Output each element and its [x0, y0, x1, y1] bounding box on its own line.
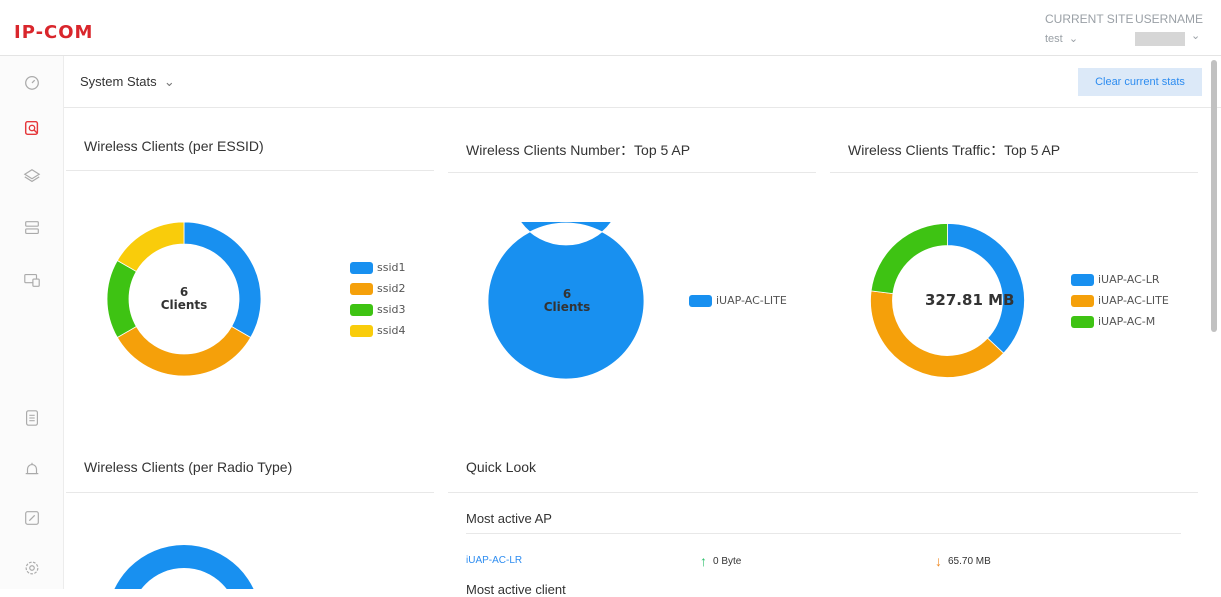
stats-icon[interactable] — [22, 118, 42, 138]
divider — [448, 172, 816, 173]
layers-icon[interactable] — [22, 166, 42, 186]
top5-number-panel-title: Wireless Clients Number：Top 5 AP — [466, 142, 691, 158]
download-value: 65.70 MB — [948, 555, 991, 567]
donut-slice-ssid1 — [183, 221, 262, 339]
devices-icon[interactable] — [22, 218, 42, 238]
legend-swatch — [1071, 315, 1094, 328]
divider — [66, 170, 434, 171]
dashboard-icon[interactable] — [22, 72, 42, 92]
legend-label: iUAP-AC-LR — [1098, 273, 1160, 286]
chevron-down-icon: ⌄ — [1191, 30, 1201, 43]
logo: IP-COM — [14, 22, 94, 43]
top5-traffic-legend: iUAP-AC-LR iUAP-AC-LITE iUAP-AC-M — [1071, 269, 1169, 332]
ap-icon[interactable] — [22, 270, 42, 290]
legend-label: ssid3 — [377, 303, 406, 316]
most-active-client-label: Most active client — [466, 582, 566, 597]
chevron-down-icon: ⌄ — [1065, 33, 1079, 45]
essid-client-label: Clients — [160, 298, 208, 312]
essid-legend: ssid1 ssid2 ssid3 ssid4 — [350, 257, 406, 341]
legend-label: iUAP-AC-LITE — [716, 294, 787, 307]
legend-item[interactable]: iUAP-AC-LITE — [689, 290, 787, 311]
divider — [466, 533, 1181, 534]
donut-slice-ssid3 — [106, 259, 137, 339]
donut-slice-ssid2 — [116, 325, 252, 377]
legend-swatch — [350, 324, 373, 337]
legend-label: ssid2 — [377, 282, 406, 295]
donut-slice-ssid4 — [116, 221, 185, 273]
settings-icon[interactable] — [22, 558, 42, 578]
upload-metric: ↑ 0 Byte — [700, 553, 741, 569]
sidebar — [0, 56, 64, 589]
most-active-ap-label: Most active AP — [466, 511, 552, 526]
legend-label: iUAP-AC-LITE — [1098, 294, 1169, 307]
logs-icon[interactable] — [22, 408, 42, 428]
legend-item[interactable]: iUAP-AC-M — [1071, 311, 1169, 332]
most-active-ap-link[interactable]: iUAP-AC-LR — [466, 555, 522, 566]
radio-type-donut-arc — [114, 545, 254, 589]
edit-icon[interactable] — [22, 508, 42, 528]
legend-swatch — [1071, 273, 1094, 286]
download-metric: ↓ 65.70 MB — [935, 553, 991, 569]
donut-slice-iUAP-AC-LR — [947, 223, 1025, 354]
legend-label: ssid4 — [377, 324, 406, 337]
top5-number-client-label: Clients — [543, 300, 591, 314]
current-site-value: test — [1045, 33, 1063, 45]
divider — [66, 492, 434, 493]
stats-toolbar: System Stats ⌄ Clear current stats — [64, 56, 1221, 108]
current-site-selector[interactable]: CURRENT SITE test ⌄ — [1045, 12, 1133, 45]
legend-item[interactable]: iUAP-AC-LR — [1071, 269, 1169, 290]
username-label: USERNAME — [1135, 12, 1204, 26]
top5-traffic-panel-title: Wireless Clients Traffic：Top 5 AP — [848, 142, 1061, 158]
top5-traffic-total: 327.81 MB — [925, 291, 1015, 309]
upload-value: 0 Byte — [713, 555, 742, 567]
system-stats-dropdown[interactable]: System Stats ⌄ — [80, 74, 175, 90]
legend-swatch — [350, 261, 373, 274]
legend-swatch — [1071, 294, 1094, 307]
username-value — [1135, 32, 1185, 46]
top-bar: IP-COM CURRENT SITE test ⌄ USERNAME ⌄ — [0, 0, 1221, 56]
username-selector[interactable]: USERNAME ⌄ — [1135, 12, 1203, 46]
legend-label: ssid1 — [377, 261, 406, 274]
arrow-down-icon: ↓ — [935, 553, 942, 569]
vertical-scrollbar[interactable] — [1211, 60, 1217, 332]
current-site-label: CURRENT SITE — [1045, 12, 1134, 26]
legend-item[interactable]: ssid4 — [350, 320, 406, 341]
legend-swatch — [350, 303, 373, 316]
legend-item[interactable]: iUAP-AC-LITE — [1071, 290, 1169, 311]
radio-type-panel-title: Wireless Clients (per Radio Type) — [84, 459, 293, 475]
radio-type-donut-chart — [114, 545, 254, 589]
divider — [448, 492, 1198, 493]
legend-item[interactable]: ssid1 — [350, 257, 406, 278]
donut-slice-iUAP-AC-M — [870, 223, 948, 295]
clear-current-stats-button[interactable]: Clear current stats — [1078, 68, 1202, 96]
legend-item[interactable]: ssid3 — [350, 299, 406, 320]
quick-look-title: Quick Look — [466, 459, 537, 475]
essid-panel-title: Wireless Clients (per ESSID) — [84, 138, 264, 154]
legend-label: iUAP-AC-M — [1098, 315, 1156, 328]
arrow-up-icon: ↑ — [700, 553, 707, 569]
legend-swatch — [350, 282, 373, 295]
page-title: System Stats — [80, 74, 157, 89]
top5-number-legend: iUAP-AC-LITE — [689, 290, 787, 311]
chevron-down-icon: ⌄ — [160, 74, 175, 89]
legend-swatch — [689, 294, 712, 307]
legend-item[interactable]: ssid2 — [350, 278, 406, 299]
alarm-icon[interactable] — [22, 460, 42, 480]
divider — [830, 172, 1198, 173]
